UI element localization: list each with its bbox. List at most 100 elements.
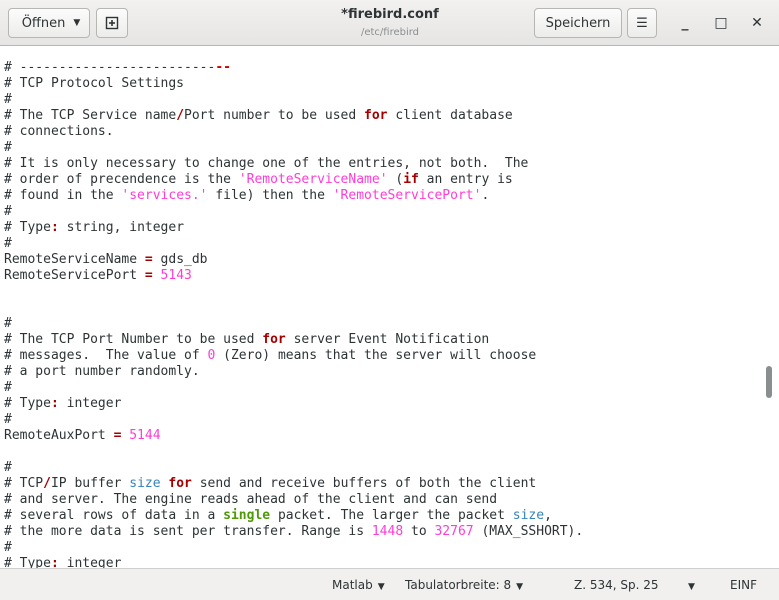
code-token: # (4, 540, 12, 555)
maximize-icon: □ (714, 15, 728, 31)
code-line[interactable]: # (4, 540, 583, 556)
code-line[interactable]: # connections. (4, 124, 583, 140)
code-token: an entry is (418, 172, 513, 187)
code-token: # the more data is sent per transfer. Ra… (4, 524, 372, 539)
code-token: : (50, 220, 59, 235)
code-line[interactable]: # several rows of data in a single packe… (4, 508, 583, 524)
code-token: # (4, 204, 12, 219)
chevron-down-icon: ▼ (377, 582, 385, 592)
code-token: = (144, 268, 153, 283)
code-token: # connections. (4, 124, 114, 139)
text-editor[interactable]: # --------------------------- # TCP Proto… (0, 46, 779, 568)
code-line[interactable]: RemoteAuxPort = 5144 (4, 428, 583, 444)
code-line[interactable]: # messages. The value of 0 (Zero) means … (4, 348, 583, 364)
code-token: -- (215, 60, 231, 75)
code-token: send and receive buffers of both the cli… (191, 476, 537, 491)
language-selector[interactable]: Matlab ▼ (332, 577, 385, 595)
code-line[interactable]: # (4, 460, 583, 476)
code-token: if (403, 172, 419, 187)
window-title: *firebird.conf (341, 7, 439, 22)
code-token: 'RemoteServiceName' (238, 172, 388, 187)
menu-button[interactable]: ☰ (627, 8, 657, 38)
code-line[interactable]: # (4, 204, 583, 220)
code-text[interactable]: # --------------------------- # TCP Proto… (4, 60, 583, 568)
code-token: integer (58, 396, 122, 411)
code-token: 32767 (434, 524, 474, 539)
maximize-button[interactable]: □ (706, 8, 736, 38)
code-line[interactable]: # Type: integer (4, 396, 583, 412)
tab-width-label: Tabulatorbreite: 8 (405, 578, 512, 592)
code-line[interactable] (4, 284, 583, 300)
code-token: # messages. The value of (4, 348, 208, 363)
code-token: # The TCP Port Number to be used (4, 332, 263, 347)
code-token: # TCP (4, 476, 44, 491)
code-token: 1448 (371, 524, 404, 539)
code-line[interactable] (4, 444, 583, 460)
vertical-scrollbar[interactable] (766, 366, 772, 398)
code-token: # found in the (4, 188, 122, 203)
code-token: RemoteServicePort (4, 268, 145, 283)
open-button[interactable]: Öffnen ▼ (8, 8, 90, 38)
cursor-position[interactable]: Z. 534, Sp. 25 (574, 577, 659, 593)
code-token: ( (387, 172, 404, 187)
chevron-down-icon: ▼ (73, 18, 81, 28)
code-line[interactable]: RemoteServicePort = 5143 (4, 268, 583, 284)
code-line[interactable]: # found in the 'services.' file) then th… (4, 188, 583, 204)
new-document-button[interactable] (96, 8, 128, 38)
code-token: # and server. The engine reads ahead of … (4, 492, 498, 507)
code-line[interactable]: # TCP Protocol Settings (4, 76, 583, 92)
code-line[interactable]: # It is only necessary to change one of … (4, 156, 583, 172)
code-token: for (262, 332, 286, 347)
code-line[interactable]: # (4, 316, 583, 332)
code-token: . (481, 188, 490, 203)
code-token: string, integer (58, 220, 185, 235)
code-token: gds_db (152, 252, 208, 267)
code-token: server Event Notification (285, 332, 490, 347)
chevron-down-icon[interactable]: ▼ (688, 579, 695, 595)
minimize-button[interactable]: _ (670, 8, 700, 38)
close-icon: ✕ (751, 15, 763, 31)
status-bar: Matlab ▼ Tabulatorbreite: 8 ▼ Z. 534, Sp. … (0, 568, 779, 600)
tab-width-selector[interactable]: Tabulatorbreite: 8 ▼ (405, 577, 523, 595)
code-token: size (512, 508, 545, 523)
code-token: 'services.' (121, 188, 208, 203)
code-token: # order of precendence is the (4, 172, 239, 187)
code-line[interactable]: # the more data is sent per transfer. Ra… (4, 524, 583, 540)
insert-mode-indicator: EINF (730, 578, 757, 592)
code-line[interactable]: # (4, 380, 583, 396)
code-token: = (144, 252, 153, 267)
code-line[interactable]: # a port number randomly. (4, 364, 583, 380)
code-token: / (43, 476, 51, 491)
code-token: packet. The larger the packet (270, 508, 513, 523)
new-document-icon (105, 16, 119, 30)
save-button[interactable]: Speichern (534, 8, 622, 38)
code-token: , (544, 508, 552, 523)
code-line[interactable]: # and server. The engine reads ahead of … (4, 492, 583, 508)
code-line[interactable]: # The TCP Service name/Port number to be… (4, 108, 583, 124)
code-line[interactable]: # --------------------------- (4, 60, 583, 76)
code-token: for (364, 108, 388, 123)
close-button[interactable]: ✕ (742, 8, 772, 38)
code-line[interactable]: # (4, 92, 583, 108)
open-button-label: Öffnen (21, 15, 66, 31)
code-line[interactable]: # Type: integer (4, 556, 583, 568)
code-token: # (4, 316, 12, 331)
code-token: single (223, 508, 271, 523)
code-line[interactable]: # (4, 140, 583, 156)
code-line[interactable]: # TCP/IP buffer size for send and receiv… (4, 476, 583, 492)
code-token: # (4, 140, 12, 155)
code-line[interactable]: # (4, 412, 583, 428)
code-token: integer (58, 556, 122, 568)
code-line[interactable]: # order of precendence is the 'RemoteSer… (4, 172, 583, 188)
code-token: file) then the (207, 188, 333, 203)
code-token: / (176, 108, 185, 123)
code-token: # (4, 460, 12, 475)
header-bar: Öffnen ▼ *firebird.conf /etc/firebird Sp… (0, 0, 779, 46)
code-line[interactable]: RemoteServiceName = gds_db (4, 252, 583, 268)
code-line[interactable]: # (4, 236, 583, 252)
code-token: # a port number randomly. (4, 364, 200, 379)
code-line[interactable]: # The TCP Port Number to be used for ser… (4, 332, 583, 348)
code-line[interactable] (4, 300, 583, 316)
code-line[interactable]: # Type: string, integer (4, 220, 583, 236)
window-title-block: *firebird.conf /etc/firebird (240, 6, 540, 40)
